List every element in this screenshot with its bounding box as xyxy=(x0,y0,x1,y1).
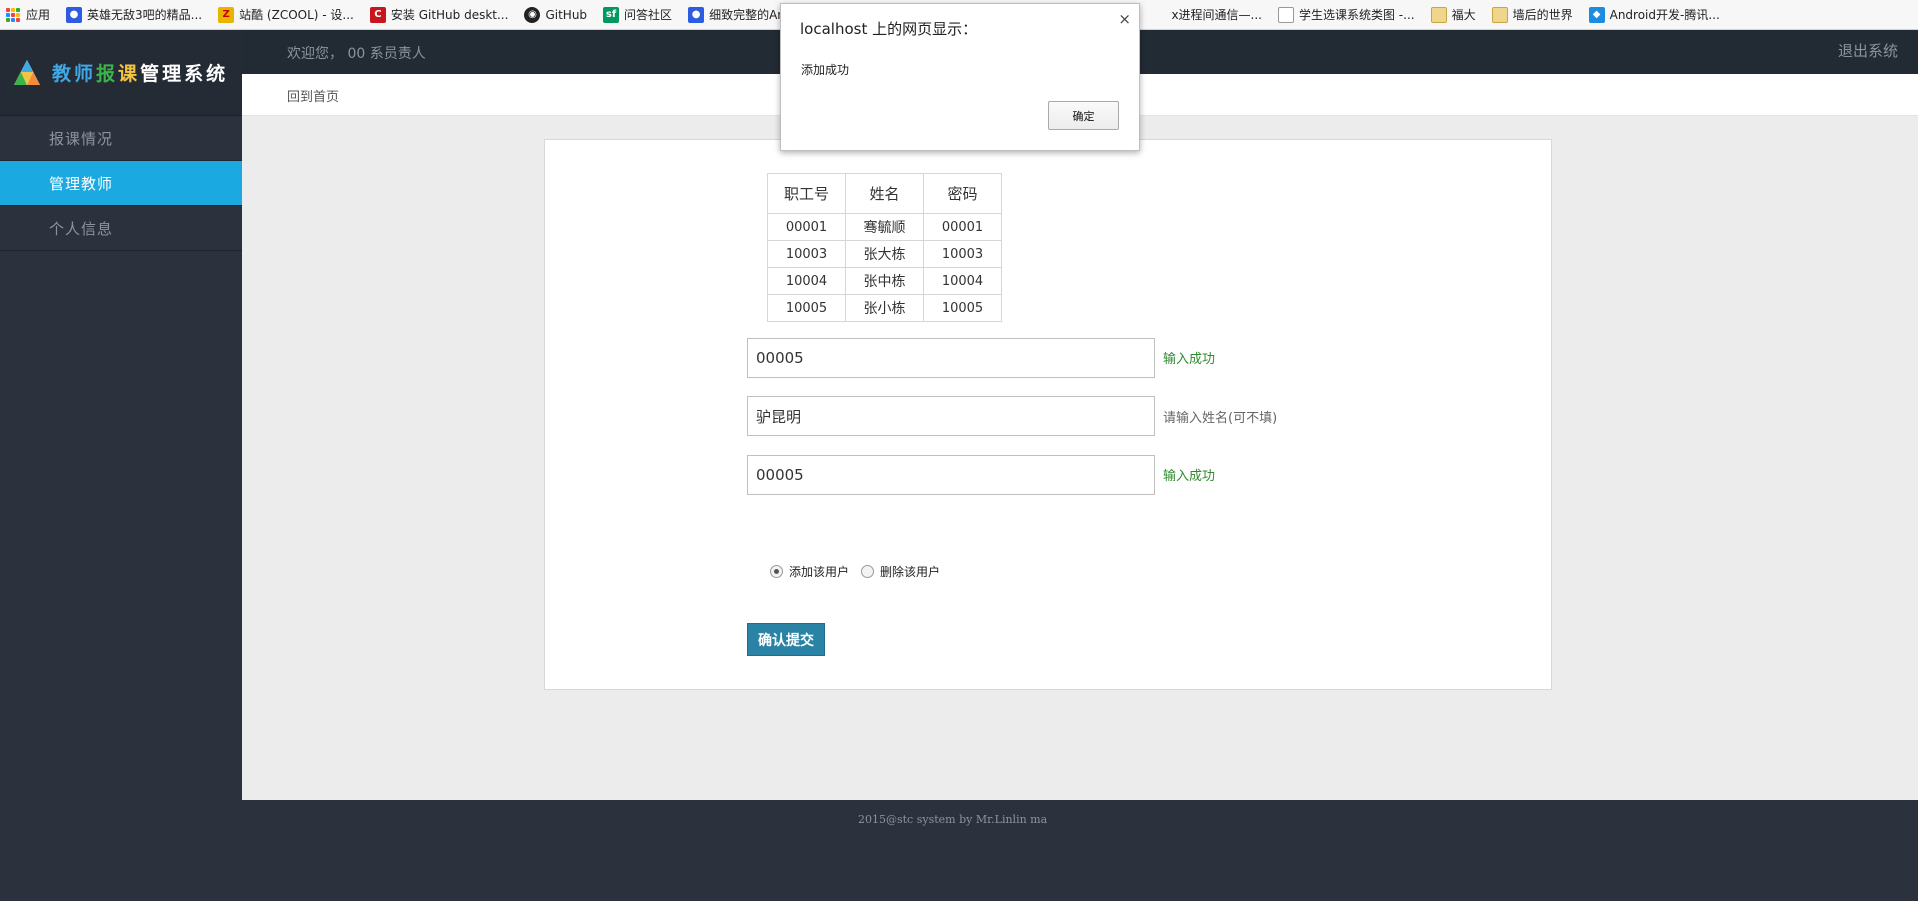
bookmark-label: 站酷 (ZCOOL) - 设... xyxy=(239,8,354,22)
bookmark-label: Android开发-腾讯... xyxy=(1609,8,1720,22)
folder-icon xyxy=(1491,6,1508,23)
bookmark-label: 应用 xyxy=(26,8,51,22)
table-row: 10003 张大栋 10003 xyxy=(767,240,1002,268)
bookmark-label: 问答社区 xyxy=(624,8,673,22)
dialog-message: 添加成功 xyxy=(801,63,850,77)
cell-id: 10004 xyxy=(767,267,846,295)
name-hint: 请输入姓名(可不填) xyxy=(1163,411,1278,426)
bookmark-item[interactable]: 学生选课系统类图 -... xyxy=(1277,6,1415,23)
employee-id-hint: 输入成功 xyxy=(1163,352,1216,367)
cell-password: 10005 xyxy=(923,294,1002,322)
welcome-text: 欢迎您， 00 系员责人 xyxy=(287,46,426,62)
bookmark-label: 英雄无敌3吧的精品... xyxy=(87,8,203,22)
bookmark-folder[interactable]: 福大 xyxy=(1430,6,1476,23)
apps-grid-icon xyxy=(6,7,20,22)
password-hint: 输入成功 xyxy=(1163,469,1216,484)
sidebar: 教师报课管理系统 报课情况 管理教师 个人信息 xyxy=(0,30,242,800)
sidebar-item-label: 报课情况 xyxy=(49,129,114,148)
action-radio-group: 添加该用户 删除该用户 xyxy=(770,563,940,580)
cell-password: 10004 xyxy=(923,267,1002,295)
column-header: 职工号 xyxy=(767,173,846,214)
cell-password: 00001 xyxy=(923,213,1002,241)
cell-password: 10003 xyxy=(923,240,1002,268)
cell-id: 10005 xyxy=(767,294,846,322)
teacher-form-card: 职工号 姓名 密码 00001 骞毓顺 00001 10003 张大栋 1000… xyxy=(544,139,1552,690)
close-icon[interactable]: × xyxy=(1118,10,1131,28)
cell-name: 张中栋 xyxy=(845,267,924,295)
tencent-icon: ◆ xyxy=(1588,6,1605,23)
bookmark-label: 安装 GitHub deskt... xyxy=(390,8,509,22)
delete-user-radio[interactable] xyxy=(861,565,875,578)
sidebar-item-label: 管理教师 xyxy=(49,174,114,193)
alert-dialog: localhost 上的网页显示： × 添加成功 确定 xyxy=(780,3,1140,151)
password-input[interactable]: 00005 xyxy=(747,455,1155,495)
cell-id: 00001 xyxy=(767,213,846,241)
footer: 2015@stc system by Mr.Linlin ma xyxy=(0,800,1918,901)
bookmark-item[interactable]: ● 英雄无敌3吧的精品... xyxy=(66,6,202,23)
footer-copyright: 2015@stc system by Mr.Linlin ma xyxy=(858,813,1048,826)
segmentfault-icon: sf xyxy=(603,6,620,23)
table-row: 10004 张中栋 10004 xyxy=(767,267,1002,295)
add-user-radio-label: 添加该用户 xyxy=(789,565,850,579)
table-row: 10005 张小栋 10005 xyxy=(767,294,1002,322)
sidebar-item-course-status[interactable]: 报课情况 xyxy=(0,116,242,161)
baidu-paw-icon: ● xyxy=(688,6,705,23)
baidu-paw-icon: ● xyxy=(66,6,83,23)
cell-name: 张小栋 xyxy=(845,294,924,322)
page-icon xyxy=(1277,6,1294,23)
bookmark-item[interactable]: x进程间通信—... xyxy=(1171,6,1262,23)
teacher-table: 职工号 姓名 密码 00001 骞毓顺 00001 10003 张大栋 1000… xyxy=(767,173,1002,322)
sidebar-item-label: 个人信息 xyxy=(49,219,114,238)
cell-name: 骞毓顺 xyxy=(845,213,924,241)
bookmark-item[interactable]: sf 问答社区 xyxy=(603,6,672,23)
cell-id: 10003 xyxy=(767,240,846,268)
app-logo[interactable]: 教师报课管理系统 xyxy=(0,30,242,116)
bookmark-label: 学生选课系统类图 -... xyxy=(1298,8,1415,22)
table-header-row: 职工号 姓名 密码 xyxy=(767,173,1002,214)
bookmark-label: GitHub xyxy=(545,7,588,22)
triangle-logo-icon xyxy=(14,59,40,85)
bookmark-item[interactable]: ◆ Android开发-腾讯... xyxy=(1588,6,1720,23)
folder-icon xyxy=(1430,6,1447,23)
main-content: 职工号 姓名 密码 00001 骞毓顺 00001 10003 张大栋 1000… xyxy=(242,116,1918,800)
sidebar-item-personal-info[interactable]: 个人信息 xyxy=(0,206,242,251)
sidebar-item-manage-teachers[interactable]: 管理教师 xyxy=(0,161,242,206)
column-header: 姓名 xyxy=(845,173,924,214)
delete-user-radio-label: 删除该用户 xyxy=(880,565,941,579)
bookmark-item[interactable]: Z 站酷 (ZCOOL) - 设... xyxy=(218,6,354,23)
app-title: 教师报课管理系统 xyxy=(52,63,229,85)
logout-link[interactable]: 退出系统 xyxy=(1838,40,1898,61)
add-user-radio[interactable] xyxy=(770,565,783,578)
cell-name: 张大栋 xyxy=(845,240,924,268)
bookmark-apps[interactable]: 应用 xyxy=(6,6,50,23)
column-header: 密码 xyxy=(923,173,1002,214)
bookmark-label: 福大 xyxy=(1451,8,1476,22)
zcool-icon: Z xyxy=(218,6,235,23)
bookmark-item[interactable]: ◉ GitHub xyxy=(524,6,588,23)
github-icon: ◉ xyxy=(524,6,541,23)
bookmark-item[interactable]: C 安装 GitHub deskt... xyxy=(369,6,509,23)
bookmark-label: 墙后的世界 xyxy=(1512,8,1573,22)
dialog-ok-button[interactable]: 确定 xyxy=(1048,101,1119,130)
name-input[interactable]: 驴昆明 xyxy=(747,396,1155,436)
employee-id-input[interactable]: 00005 xyxy=(747,338,1155,378)
bookmark-folder[interactable]: 墙后的世界 xyxy=(1491,6,1573,23)
back-home-link[interactable]: 回到首页 xyxy=(287,86,339,105)
dialog-title: localhost 上的网页显示： xyxy=(800,20,978,38)
table-row: 00001 骞毓顺 00001 xyxy=(767,213,1002,241)
bookmark-label: x进程间通信—... xyxy=(1171,8,1262,22)
csdn-icon: C xyxy=(369,6,386,23)
submit-button[interactable]: 确认提交 xyxy=(747,623,825,656)
